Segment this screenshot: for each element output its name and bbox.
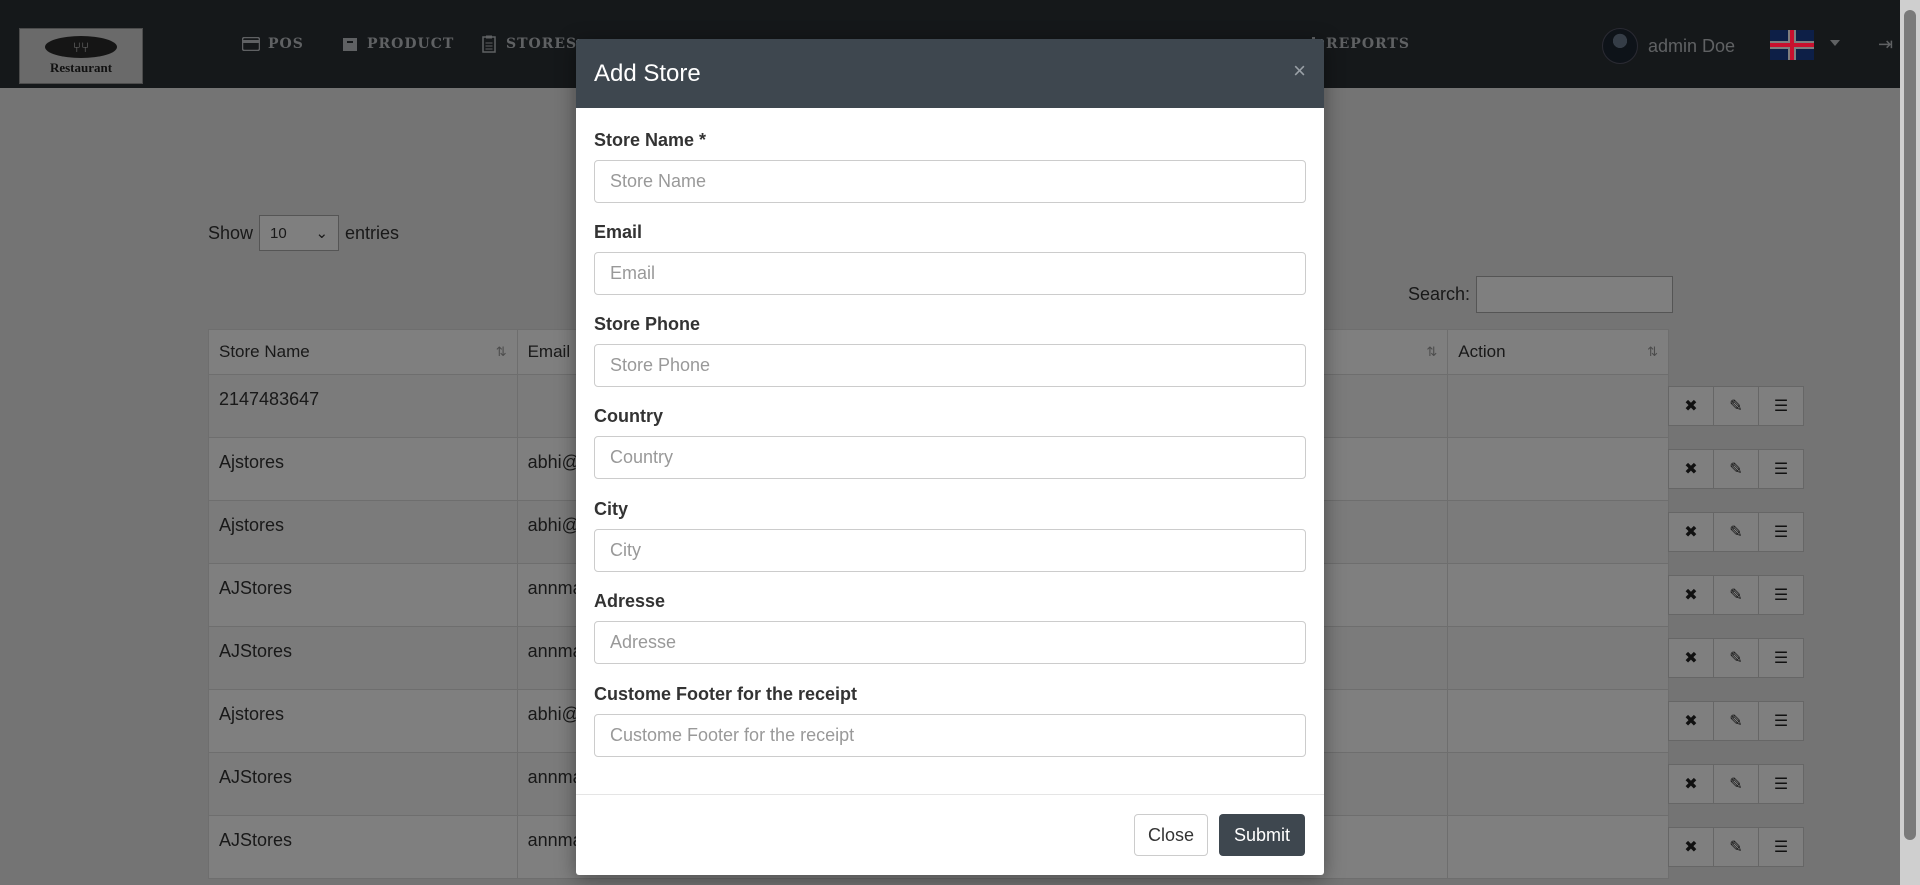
country-label: Country (594, 406, 663, 426)
adresse-input[interactable]: Adresse (594, 621, 1306, 664)
city-label: City (594, 499, 629, 519)
country-input[interactable]: Country (594, 436, 1306, 479)
add-store-modal: Add Store × Store Name * Store Name Emai… (576, 39, 1324, 875)
country-field: Country Country (594, 406, 1306, 479)
store-name-input[interactable]: Store Name (594, 160, 1306, 203)
store-name-label: Store Name * (594, 130, 707, 150)
store-name-field: Store Name * Store Name (594, 130, 1306, 203)
custom-footer-input[interactable]: Custome Footer for the receipt (594, 714, 1306, 757)
email-input[interactable]: Email (594, 252, 1306, 295)
modal-footer-divider (576, 794, 1324, 795)
close-icon[interactable]: × (1293, 58, 1306, 84)
city-input[interactable]: City (594, 529, 1306, 572)
email-field: Email Email (594, 222, 1306, 295)
adresse-label: Adresse (594, 591, 666, 611)
email-label: Email (594, 222, 643, 242)
modal-title: Add Store (594, 59, 701, 87)
custom-footer-field: Custome Footer for the receipt Custome F… (594, 684, 1306, 757)
custom-footer-label: Custome Footer for the receipt (594, 684, 858, 704)
modal-header: Add Store × (576, 39, 1324, 108)
store-phone-label: Store Phone (594, 314, 701, 334)
store-phone-input[interactable]: Store Phone (594, 344, 1306, 387)
scrollbar-thumb[interactable] (1904, 10, 1916, 840)
store-phone-field: Store Phone Store Phone (594, 314, 1306, 387)
city-field: City City (594, 499, 1306, 572)
submit-button[interactable]: Submit (1219, 814, 1305, 856)
close-button[interactable]: Close (1134, 814, 1208, 856)
page-scrollbar[interactable] (1900, 0, 1920, 885)
adresse-field: Adresse Adresse (594, 591, 1306, 664)
